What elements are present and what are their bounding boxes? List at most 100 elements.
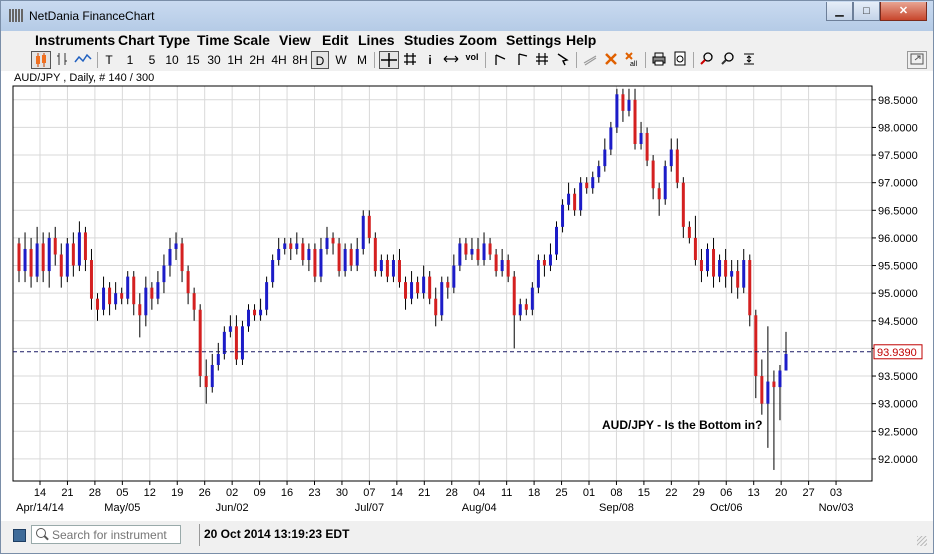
candle-body xyxy=(651,160,655,189)
candle-body xyxy=(397,260,401,283)
x-tick-label: 05 xyxy=(116,487,128,499)
candle-body xyxy=(724,260,728,277)
status-divider xyxy=(199,524,200,546)
x-tick-label: 23 xyxy=(308,487,320,499)
search-input[interactable] xyxy=(52,527,177,542)
instrument-list-icon[interactable] xyxy=(13,529,26,542)
candle-body xyxy=(349,248,353,266)
candle-body xyxy=(428,276,432,299)
candle-body xyxy=(542,260,546,266)
candle-body xyxy=(458,243,462,266)
candlestick-chart[interactable]: 92.000092.500093.000093.500094.000094.50… xyxy=(1,1,934,521)
candle-body xyxy=(355,248,359,266)
candle-body xyxy=(162,265,166,283)
candle-body xyxy=(192,293,196,310)
candle-body xyxy=(766,381,770,404)
x-tick-label: 15 xyxy=(638,487,650,499)
candle-body xyxy=(404,282,408,299)
candle-body xyxy=(536,260,540,288)
candle-body xyxy=(548,254,552,266)
candle-body xyxy=(416,282,420,294)
candle-body xyxy=(452,265,456,288)
current-price-label: 93.9390 xyxy=(877,347,917,359)
resize-grip[interactable] xyxy=(917,536,927,546)
candle-body xyxy=(621,94,625,111)
candle-body xyxy=(41,243,45,272)
x-tick-label: 18 xyxy=(528,487,540,499)
candle-body xyxy=(555,226,559,255)
instrument-search[interactable] xyxy=(31,525,181,544)
candle-body xyxy=(718,260,722,277)
candle-body xyxy=(603,149,607,167)
candle-body xyxy=(289,243,293,249)
candle-body xyxy=(518,304,522,316)
candle-body xyxy=(246,309,250,327)
candle-body xyxy=(96,298,100,310)
candle-body xyxy=(325,237,329,249)
candle-body xyxy=(476,248,480,261)
x-month-label: May/05 xyxy=(104,502,140,514)
candle-body xyxy=(663,166,667,200)
y-tick-label: 97.5000 xyxy=(878,150,918,162)
candle-body xyxy=(494,254,498,272)
candle-body xyxy=(524,304,528,310)
candle-body xyxy=(500,260,504,272)
candle-body xyxy=(699,260,703,272)
candle-body xyxy=(210,364,214,388)
candle-body xyxy=(265,282,269,310)
candle-body xyxy=(138,304,142,316)
x-tick-label: 13 xyxy=(748,487,760,499)
x-tick-label: 14 xyxy=(391,487,403,499)
candle-body xyxy=(126,276,130,299)
x-tick-label: 04 xyxy=(473,487,485,499)
candle-body xyxy=(681,182,685,227)
y-tick-label: 98.5000 xyxy=(878,95,918,107)
candle-body xyxy=(259,309,263,316)
candle-body xyxy=(609,127,613,150)
x-month-label: Aug/04 xyxy=(462,502,497,514)
candle-body xyxy=(585,182,589,189)
candle-body xyxy=(373,237,377,272)
candle-body xyxy=(174,243,178,249)
candle-body xyxy=(742,260,746,288)
candle-body xyxy=(736,271,740,288)
x-month-label: Jul/07 xyxy=(355,502,384,514)
candle-body xyxy=(573,193,577,211)
x-month-label: Oct/06 xyxy=(710,502,742,514)
x-axis: 14 21 28 05 12 19 26 02 09 16 23 30 07 14 21 28 04 11 18 25… xyxy=(16,481,853,514)
candle-body xyxy=(361,215,365,249)
x-tick-label: 22 xyxy=(665,487,677,499)
candle-body xyxy=(108,287,112,305)
candle-body xyxy=(59,254,63,277)
candle-body xyxy=(120,293,124,299)
candle-body xyxy=(470,248,474,255)
y-tick-label: 96.0000 xyxy=(878,233,918,245)
x-tick-label: 01 xyxy=(583,487,595,499)
status-bar: 20 Oct 2014 13:19:23 EDT xyxy=(1,521,933,553)
candle-body xyxy=(337,243,341,272)
x-tick-label: 20 xyxy=(775,487,787,499)
candle-body xyxy=(156,282,160,299)
candle-body xyxy=(754,315,758,377)
candle-body xyxy=(65,243,69,277)
x-tick-label: 25 xyxy=(555,487,567,499)
candle-body xyxy=(579,182,583,211)
candle-body xyxy=(748,260,752,316)
y-tick-label: 96.5000 xyxy=(878,205,918,217)
candle-body xyxy=(705,248,709,272)
x-tick-label: 30 xyxy=(336,487,348,499)
search-icon xyxy=(36,528,46,538)
candle-body xyxy=(530,287,534,310)
candle-body xyxy=(204,376,208,388)
candle-body xyxy=(53,237,57,255)
candle-body xyxy=(391,260,395,277)
candle-body xyxy=(331,237,335,244)
candle-body xyxy=(669,149,673,167)
candle-body xyxy=(17,243,21,272)
candle-body xyxy=(410,282,414,299)
x-tick-label: 28 xyxy=(446,487,458,499)
y-tick-label: 95.0000 xyxy=(878,288,918,300)
candle-body xyxy=(295,243,299,249)
candle-body xyxy=(772,381,776,388)
y-tick-label: 93.5000 xyxy=(878,371,918,383)
